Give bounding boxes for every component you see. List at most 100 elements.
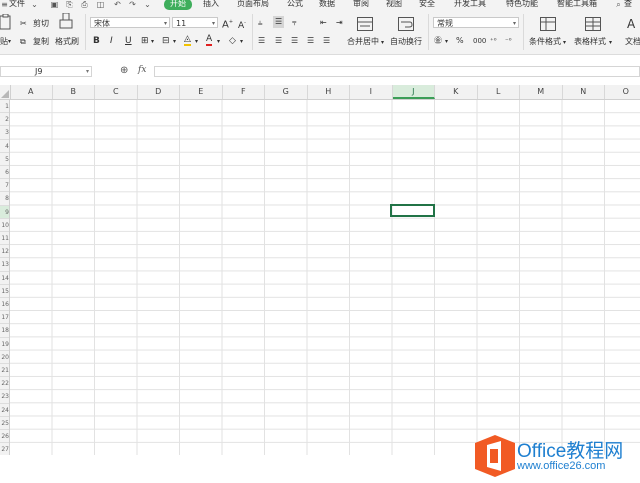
conditional-format-icon[interactable] — [540, 17, 556, 31]
menu-icon[interactable]: ≡ — [0, 0, 9, 9]
increase-decimal-icon[interactable]: ⁺⁰ — [490, 36, 497, 46]
chevron-down-icon[interactable]: ▾ — [217, 37, 220, 47]
column-header-j[interactable]: J — [392, 85, 435, 99]
decrease-font-icon[interactable]: A- — [238, 18, 246, 31]
column-header-k[interactable]: K — [435, 85, 478, 99]
decrease-decimal-icon[interactable]: ⁻⁰ — [505, 36, 512, 46]
tab-page-layout[interactable]: 页面布局 — [237, 0, 269, 10]
search-icon[interactable]: ⌕ — [614, 0, 623, 9]
customize-icon[interactable]: ⌄ — [143, 0, 152, 9]
tab-data[interactable]: 数据 — [319, 0, 335, 10]
row-header-15[interactable]: 15 — [0, 285, 9, 298]
menu-file[interactable]: 文件 — [9, 0, 25, 10]
active-cell[interactable] — [390, 204, 435, 217]
column-header-f[interactable]: F — [223, 85, 265, 99]
row-header-5[interactable]: 5 — [0, 153, 9, 166]
text-tool-button[interactable]: 文档 — [625, 37, 640, 47]
tab-security[interactable]: 安全 — [419, 0, 435, 10]
table-style-button[interactable]: 表格样式 — [574, 37, 606, 47]
name-box[interactable]: J9 ▾ — [0, 66, 92, 77]
row-header-17[interactable]: 17 — [0, 311, 9, 325]
row-header-25[interactable]: 25 — [0, 417, 9, 430]
column-header-o[interactable]: O — [605, 85, 640, 99]
merge-center-button[interactable]: 合并居中 — [347, 37, 379, 47]
align-center-icon[interactable]: ☰ — [275, 36, 282, 46]
row-header-16[interactable]: 16 — [0, 298, 9, 312]
export-icon[interactable]: ⎘ — [65, 0, 74, 9]
tab-formulas[interactable]: 公式 — [287, 0, 303, 10]
wrap-text-button[interactable]: 自动换行 — [390, 37, 422, 47]
font-color-icon[interactable]: A — [206, 34, 213, 46]
thousands-button[interactable]: 000 — [473, 36, 486, 46]
row-header-24[interactable]: 24 — [0, 404, 9, 417]
save-icon[interactable]: ▣ — [50, 0, 59, 9]
cell-grid[interactable] — [10, 100, 640, 455]
chevron-down-icon[interactable]: ▾ — [563, 38, 566, 48]
print-preview-icon[interactable]: ◫ — [96, 0, 105, 9]
chevron-down-icon[interactable]: ▾ — [151, 37, 154, 47]
table-style-icon[interactable] — [585, 17, 601, 31]
chevron-down-icon[interactable]: ⌄ — [30, 0, 39, 9]
copy-button[interactable]: 复制 — [33, 37, 49, 47]
merge-center-icon[interactable] — [357, 17, 373, 31]
align-middle-icon[interactable]: ☰ — [273, 16, 285, 28]
row-header-20[interactable]: 20 — [0, 351, 9, 364]
text-tool-icon[interactable]: A — [627, 18, 635, 30]
conditional-format-button[interactable]: 条件格式 — [529, 37, 561, 47]
underline-button[interactable]: U — [125, 36, 132, 46]
scissors-icon[interactable]: ✂ — [20, 19, 27, 29]
indent-increase-icon[interactable]: ⇥ — [336, 18, 343, 28]
row-header-3[interactable]: 3 — [0, 126, 9, 140]
tab-features[interactable]: 特色功能 — [506, 0, 538, 10]
row-header-22[interactable]: 22 — [0, 377, 9, 391]
row-header-26[interactable]: 26 — [0, 430, 9, 444]
border-icon[interactable]: ⊞ — [141, 36, 149, 46]
row-header-9[interactable]: 9 — [0, 205, 9, 219]
undo-icon[interactable]: ↶ — [113, 0, 122, 9]
eraser-icon[interactable]: ◇ — [229, 36, 236, 46]
chevron-down-icon[interactable]: ▾ — [609, 38, 612, 48]
chevron-down-icon[interactable]: ▾ — [8, 37, 11, 47]
column-header-d[interactable]: D — [138, 85, 180, 99]
percent-button[interactable]: % — [456, 36, 464, 46]
paste-button[interactable]: 贴 — [0, 37, 8, 47]
row-header-1[interactable]: 1 — [0, 100, 9, 114]
column-header-g[interactable]: G — [265, 85, 308, 99]
row-header-18[interactable]: 18 — [0, 324, 9, 338]
tab-developer[interactable]: 开发工具 — [454, 0, 486, 10]
column-header-n[interactable]: N — [563, 85, 605, 99]
format-painter-button[interactable]: 格式刷 — [55, 37, 79, 47]
cell-style-icon[interactable]: ⊟ — [162, 36, 170, 46]
tab-insert[interactable]: 插入 — [203, 0, 219, 10]
fx-button[interactable]: fx — [138, 65, 146, 75]
align-top-icon[interactable]: ⫨ — [258, 18, 263, 28]
row-header-13[interactable]: 13 — [0, 258, 9, 272]
row-header-4[interactable]: 4 — [0, 140, 9, 153]
cut-button[interactable]: 剪切 — [33, 19, 49, 29]
tab-smart-toolbox[interactable]: 智能工具箱 — [557, 0, 597, 10]
row-header-6[interactable]: 6 — [0, 166, 9, 180]
tab-view[interactable]: 视图 — [386, 0, 402, 10]
wrap-text-icon[interactable] — [398, 17, 414, 31]
redo-icon[interactable]: ↷ — [128, 0, 137, 9]
row-header-21[interactable]: 21 — [0, 364, 9, 378]
number-format-select[interactable]: 常规 ▾ — [433, 17, 519, 28]
chevron-down-icon[interactable]: ▾ — [381, 38, 384, 48]
justify-icon[interactable]: ☰ — [307, 36, 314, 46]
increase-font-icon[interactable]: A+ — [222, 17, 233, 30]
italic-button[interactable]: I — [110, 36, 113, 46]
align-left-icon[interactable]: ☰ — [258, 36, 265, 46]
column-header-c[interactable]: C — [95, 85, 138, 99]
row-header-23[interactable]: 23 — [0, 390, 9, 404]
tab-home[interactable]: 开始 — [164, 0, 192, 10]
row-header-14[interactable]: 14 — [0, 272, 9, 285]
chevron-down-icon[interactable]: ▾ — [173, 37, 176, 47]
format-painter-icon[interactable] — [59, 13, 73, 29]
distribute-icon[interactable]: ☰ — [323, 36, 330, 46]
column-header-a[interactable]: A — [10, 85, 53, 99]
row-header-19[interactable]: 19 — [0, 338, 9, 351]
chevron-down-icon[interactable]: ▾ — [240, 37, 243, 47]
font-name-select[interactable]: 宋体 ▾ — [90, 17, 170, 28]
column-header-m[interactable]: M — [520, 85, 563, 99]
fill-color-icon[interactable]: ◬ — [184, 34, 191, 46]
